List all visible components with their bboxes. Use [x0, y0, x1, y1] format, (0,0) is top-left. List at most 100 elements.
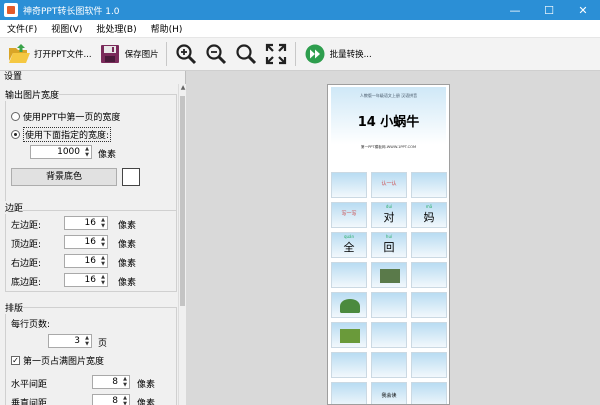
zoom-actual-button[interactable] — [231, 40, 261, 68]
stepper-arrows[interactable]: ▲ ▼ — [83, 335, 91, 347]
radio-custom-width[interactable]: 使用下面指定的宽度: — [11, 127, 112, 142]
settings-panel: 设置 输出图片宽度 使用PPT中第一页的宽度 使用下面指定的宽度: 1000 ▲… — [0, 71, 186, 405]
margin-right-label: 右边距: — [11, 259, 42, 269]
cover-footer: 第一PPT模板网-WWW.1PPT.COM — [360, 145, 417, 149]
checkbox-first-page-full[interactable]: ✓ 第一页占满图片宽度 — [11, 354, 104, 367]
menu-file[interactable]: 文件(F) — [0, 22, 44, 35]
slide-thumbnail: quán 全 — [331, 232, 367, 258]
floppy-disk-icon — [98, 42, 122, 66]
slide-thumbnail: 写一写 — [331, 202, 367, 228]
cover-slide: 人教版一年级语文上册 汉语拼音 14 小蜗牛 第一PPT模板网-WWW.1PPT… — [331, 87, 446, 169]
h-gap-label: 水平间距 — [11, 380, 48, 390]
settings-scrollbar[interactable]: ▲ — [178, 84, 186, 405]
slide-thumbnail: mā 妈 — [411, 202, 447, 228]
slide-thumbnail — [411, 232, 447, 258]
slide-thumbnail — [411, 262, 447, 288]
layout-title: 排版 — [5, 301, 24, 314]
stepper-arrows[interactable]: ▲ ▼ — [83, 146, 91, 158]
menu-batch[interactable]: 批处理(B) — [89, 22, 143, 35]
slide-thumbnail — [371, 322, 407, 348]
margin-left-label: 左边距: — [11, 221, 42, 231]
slide-thumbnail — [411, 382, 447, 404]
batch-convert-label: 批量转换... — [329, 50, 372, 60]
v-gap-stepper[interactable]: 8 ▲ ▼ — [92, 394, 130, 405]
h-gap-unit: 像素 — [137, 380, 156, 390]
radio-button[interactable] — [11, 112, 20, 121]
save-image-button[interactable]: 保存图片 — [95, 40, 162, 68]
settings-panel-title: 设置 — [0, 71, 185, 84]
cover-subtitle: 人教版一年级语文上册 汉语拼音 — [359, 93, 418, 98]
margins-title: 边距 — [5, 201, 24, 214]
menu-help[interactable]: 帮助(H) — [144, 22, 190, 35]
tree-picture — [340, 299, 360, 313]
margin-bottom-stepper[interactable]: 16 ▲ ▼ — [64, 273, 108, 287]
slide-thumbnail — [331, 352, 367, 378]
slide-picture — [380, 269, 400, 283]
stepper-arrows[interactable]: ▲ ▼ — [99, 255, 107, 267]
margin-top-stepper[interactable]: 16 ▲ ▼ — [64, 235, 108, 249]
slide-thumbnail — [331, 292, 367, 318]
app-icon — [4, 3, 18, 17]
zoom-out-icon — [204, 42, 228, 66]
radio-first-page-width[interactable]: 使用PPT中第一页的宽度 — [11, 110, 120, 123]
radio-button[interactable] — [11, 130, 20, 139]
zoom-in-icon — [174, 42, 198, 66]
slide-thumbnail — [411, 172, 447, 198]
slide-thumbnail — [411, 292, 447, 318]
stepper-arrows[interactable]: ▲ ▼ — [121, 376, 129, 388]
slide-thumbnail — [331, 322, 367, 348]
magnifier-icon — [234, 42, 258, 66]
slide-thumbnail — [411, 352, 447, 378]
save-image-label: 保存图片 — [124, 50, 159, 60]
open-ppt-button[interactable]: 打开PPT文件... — [4, 40, 95, 68]
fast-forward-icon — [303, 42, 327, 66]
margin-bottom-unit: 像素 — [118, 278, 137, 288]
margin-top-label: 顶边距: — [11, 240, 42, 250]
checkbox-checked[interactable]: ✓ — [11, 356, 20, 365]
slide-thumbnail — [371, 292, 407, 318]
title-bar: 神奇PPT转长图软件 1.0 — ☐ ✕ — [0, 0, 600, 20]
preview-area[interactable]: 人教版一年级语文上册 汉语拼音 14 小蜗牛 第一PPT模板网-WWW.1PPT… — [186, 71, 600, 405]
stepper-arrows[interactable]: ▲ ▼ — [99, 236, 107, 248]
fullscreen-icon — [264, 42, 288, 66]
slide-thumbnail — [331, 382, 367, 404]
stepper-arrows[interactable]: ▲ ▼ — [99, 217, 107, 229]
pages-per-row-label: 每行页数: — [11, 320, 51, 330]
margin-top-unit: 像素 — [118, 240, 137, 250]
zoom-out-button[interactable] — [201, 40, 231, 68]
slide-thumbnail — [331, 172, 367, 198]
margin-left-unit: 像素 — [118, 221, 137, 231]
background-color-swatch[interactable] — [122, 168, 140, 186]
margin-right-stepper[interactable]: 16 ▲ ▼ — [64, 254, 108, 268]
window-title: 神奇PPT转长图软件 1.0 — [23, 6, 120, 17]
h-gap-stepper[interactable]: 8 ▲ ▼ — [92, 375, 130, 389]
output-width-title: 输出图片宽度 — [5, 88, 60, 101]
cover-title: 14 小蜗牛 — [357, 115, 420, 130]
pages-per-row-stepper[interactable]: 3 ▲ ▼ — [48, 334, 92, 348]
zoom-in-button[interactable] — [171, 40, 201, 68]
slide-thumbnail: duì 对 — [371, 202, 407, 228]
slide-thumbnail — [371, 352, 407, 378]
margin-bottom-label: 底边距: — [11, 278, 42, 288]
batch-convert-button[interactable]: 批量转换... — [300, 40, 375, 68]
stepper-arrows[interactable]: ▲ ▼ — [99, 274, 107, 286]
minimize-button[interactable]: — — [498, 0, 532, 20]
open-ppt-label: 打开PPT文件... — [34, 50, 92, 60]
maximize-button[interactable]: ☐ — [532, 0, 566, 20]
v-gap-unit: 像素 — [137, 399, 156, 405]
slide-thumbnail — [331, 262, 367, 288]
fit-window-button[interactable] — [261, 40, 291, 68]
background-color-button[interactable]: 背景底色 — [11, 168, 117, 186]
margin-left-stepper[interactable]: 16 ▲ ▼ — [64, 216, 108, 230]
menu-bar: 文件(F) 视图(V) 批处理(B) 帮助(H) — [0, 20, 600, 38]
toolbar-separator — [294, 42, 296, 66]
toolbar-separator — [165, 42, 167, 66]
width-stepper[interactable]: 1000 ▲ ▼ — [30, 145, 92, 159]
stepper-arrows[interactable]: ▲ ▼ — [121, 395, 129, 405]
scroll-thumb[interactable] — [180, 96, 185, 306]
menu-view[interactable]: 视图(V) — [44, 22, 89, 35]
window-controls: — ☐ ✕ — [498, 0, 600, 20]
toolbar: 打开PPT文件... 保存图片 批量转换... — [0, 38, 600, 71]
close-button[interactable]: ✕ — [566, 0, 600, 20]
meadow-picture — [340, 329, 360, 343]
